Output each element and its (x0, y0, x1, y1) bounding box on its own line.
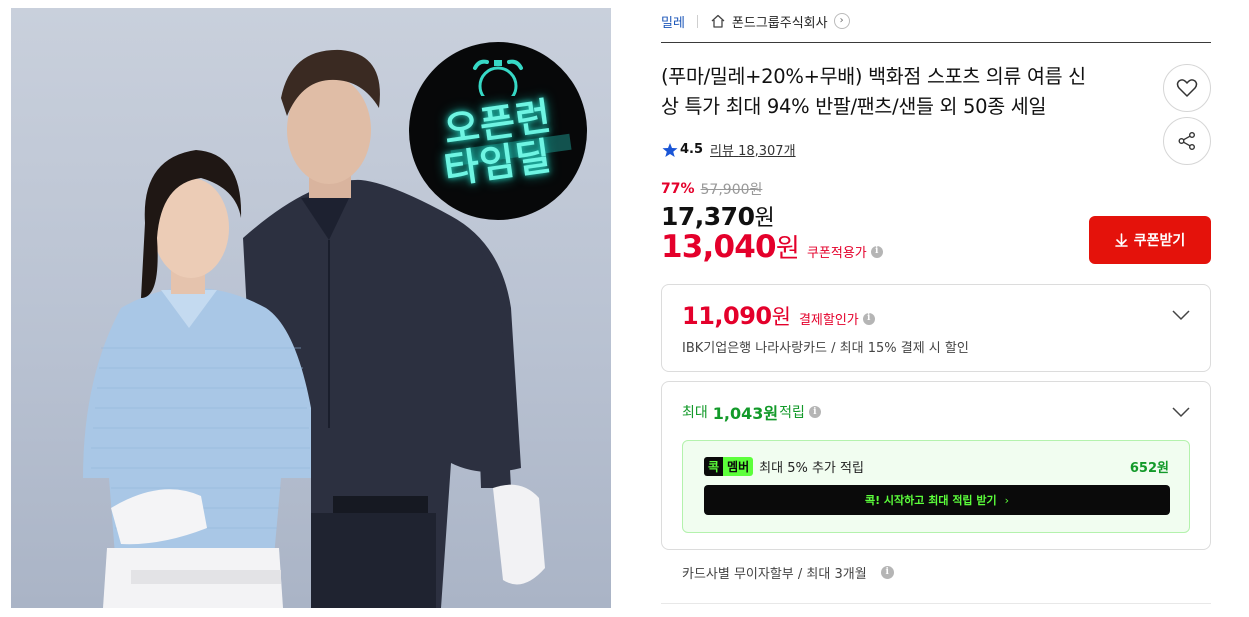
discount-row: 77% 57,900원 (661, 179, 762, 199)
rating-summary: 4.5 리뷰 18,307개 (662, 140, 796, 159)
product-title: (푸마/밀레+20%+무배) 백화점 스포츠 의류 여름 신 상 특가 최대 9… (661, 62, 1141, 122)
review-count: 18,307개 (738, 144, 796, 159)
points-panel: 최대 1,043원 적립 i 콕 멤버 최대 5% 추가 적립 652원 콕! … (661, 381, 1211, 550)
coupon-price-label: 쿠폰적용가 i (807, 242, 883, 261)
info-icon[interactable]: i (862, 312, 875, 325)
home-icon (710, 13, 726, 29)
time-deal-badge: 오픈런 타임딜 (409, 42, 587, 220)
card-price-label: 결제할인가 i (799, 309, 875, 328)
header-divider (661, 42, 1211, 43)
section-divider (661, 603, 1211, 604)
membership-start-button[interactable]: 콕! 시작하고 최대 적립 받기 › (704, 485, 1170, 515)
membership-tag-left: 콕 (704, 457, 724, 476)
membership-start-label: 콕! 시작하고 최대 적립 받기 (864, 494, 997, 507)
max-points: 최대 1,043원 적립 i (682, 400, 821, 424)
discount-rate: 77% (661, 181, 695, 197)
get-coupon-button[interactable]: 쿠폰받기 (1089, 216, 1211, 264)
sale-price-number: 17,370 (661, 202, 755, 231)
chevron-down-icon[interactable] (1172, 406, 1190, 418)
get-coupon-label: 쿠폰받기 (1133, 233, 1186, 249)
share-button[interactable] (1163, 117, 1211, 165)
coupon-price-number: 13,040 (661, 229, 777, 265)
card-discount-price: 11,090 원 결제할인가 i (682, 301, 875, 331)
wishlist-button[interactable] (1163, 64, 1211, 112)
card-discount-panel[interactable]: 11,090 원 결제할인가 i IBK기업은행 나라사랑카드 / 최대 15%… (661, 284, 1211, 372)
membership-promo: 콕 멤버 최대 5% 추가 적립 652원 콕! 시작하고 최대 적립 받기 › (682, 440, 1190, 533)
star-icon (662, 142, 678, 157)
chevron-down-icon[interactable] (1172, 309, 1190, 321)
download-icon (1114, 233, 1128, 247)
membership-tag-right: 멤버 (723, 457, 754, 476)
product-title-line2: 상 특가 최대 94% 반팔/팬츠/샌들 외 50종 세일 (661, 95, 1047, 118)
brand-link[interactable]: 밀레 (661, 12, 685, 31)
card-price-label-text: 결제할인가 (798, 313, 859, 328)
share-icon (1178, 132, 1195, 150)
coupon-price-label-text: 쿠폰적용가 (806, 246, 867, 261)
info-icon[interactable]: i (808, 406, 821, 418)
max-points-prefix: 최대 (682, 405, 708, 421)
card-price-unit: 원 (771, 305, 791, 329)
card-price-number: 11,090 (682, 302, 772, 330)
max-points-suffix: 적립 (779, 405, 805, 421)
product-image: 오픈런 타임딜 (11, 8, 611, 608)
membership-row: 콕 멤버 최대 5% 추가 적립 652원 (704, 457, 1169, 476)
installment-text: 카드사별 무이자할부 / 최대 3개월 (682, 567, 867, 582)
heart-icon (1176, 79, 1198, 97)
breadcrumb: 밀레 폰드그룹주식회사 › (661, 9, 850, 33)
installment-info: 카드사별 무이자할부 / 최대 3개월 i (682, 563, 894, 582)
review-label: 리뷰 (710, 144, 734, 159)
max-points-amount: 1,043원 (712, 404, 779, 423)
breadcrumb-divider (696, 14, 698, 28)
membership-points: 652원 (1129, 461, 1169, 476)
membership-tag: 콕 멤버 (704, 457, 754, 476)
seller-link[interactable]: 폰드그룹주식회사 (732, 12, 828, 31)
alarm-clock-icon (473, 59, 523, 96)
review-link[interactable]: 리뷰 18,307개 (710, 140, 796, 159)
card-discount-description: IBK기업은행 나라사랑카드 / 최대 15% 결제 시 할인 (682, 341, 969, 356)
membership-benefit: 최대 5% 추가 적립 (759, 461, 864, 476)
info-icon[interactable]: i (870, 245, 883, 258)
product-title-line1: (푸마/밀레+20%+무배) 백화점 스포츠 의류 여름 신 (661, 65, 1086, 88)
coupon-price: 13,040 원 쿠폰적용가 i (661, 228, 883, 265)
chevron-right-icon: › (1004, 493, 1010, 507)
coupon-price-unit: 원 (775, 234, 800, 264)
chevron-right-icon[interactable]: › (833, 13, 850, 29)
rating-score: 4.5 (680, 142, 704, 157)
info-icon[interactable]: i (880, 566, 894, 579)
original-price: 57,900원 (700, 182, 763, 198)
